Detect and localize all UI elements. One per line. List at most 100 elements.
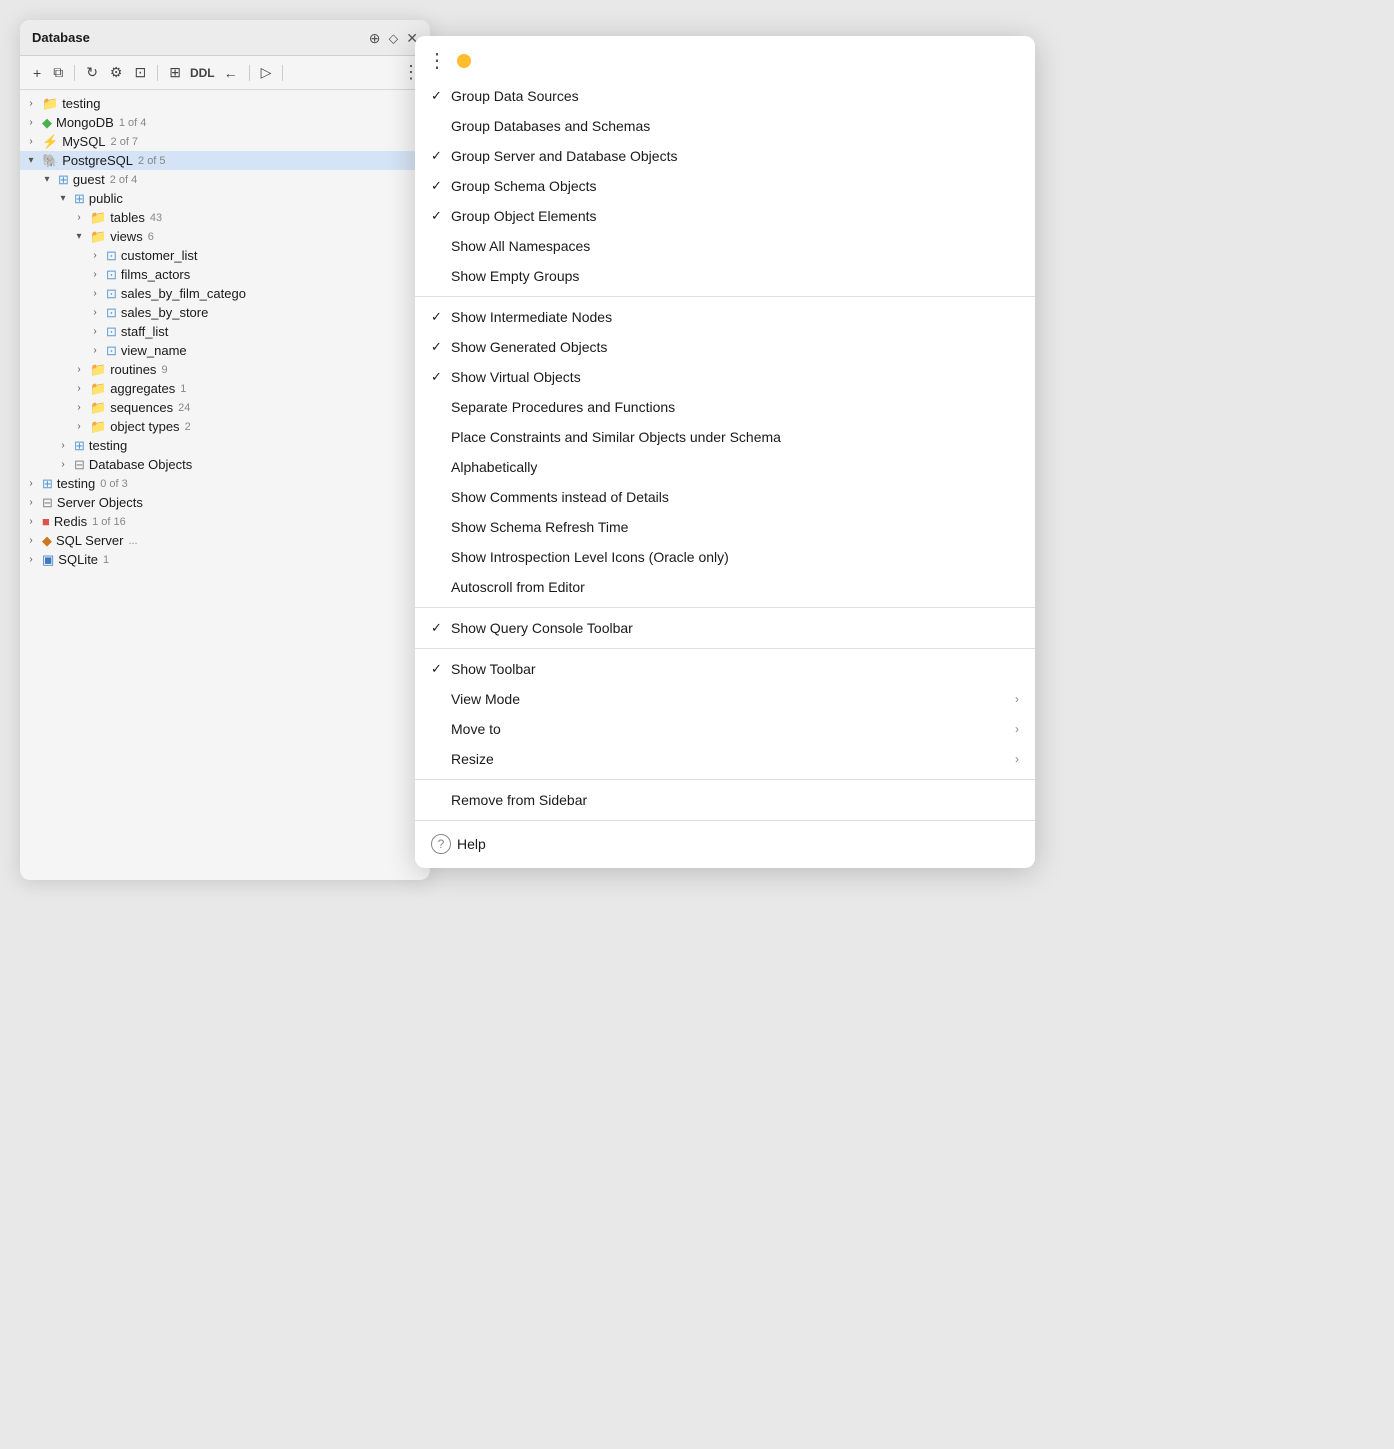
tree-arrow-collapsed[interactable]: [88, 344, 102, 358]
tree-arrow-collapsed[interactable]: [72, 401, 86, 415]
tree-item-object_types[interactable]: 📁object types2: [20, 417, 430, 436]
table-icon[interactable]: ⊞: [166, 62, 184, 83]
tree-arrow-expanded[interactable]: [40, 173, 54, 187]
menu-item-label: Group Data Sources: [451, 88, 1019, 104]
filter-icon[interactable]: ⊡: [131, 62, 149, 83]
menu-item-autoscroll[interactable]: Autoscroll from Editor: [415, 572, 1035, 602]
minimize-button[interactable]: [457, 54, 471, 68]
menu-item-show-schema-refresh[interactable]: Show Schema Refresh Time: [415, 512, 1035, 542]
settings-icon[interactable]: ⚙: [107, 62, 126, 83]
menu-item-group-data-sources[interactable]: ✓ Group Data Sources: [415, 81, 1035, 111]
tree-arrow-collapsed[interactable]: [72, 382, 86, 396]
tree-arrow-collapsed[interactable]: [88, 287, 102, 301]
menu-item-alphabetically[interactable]: Alphabetically: [415, 452, 1035, 482]
toolbar-separator-4: [282, 65, 283, 81]
arrow-icon[interactable]: ←: [221, 63, 241, 83]
run-icon[interactable]: ▷: [258, 62, 275, 83]
tree-arrow-collapsed[interactable]: [24, 135, 38, 149]
tree-item-tables[interactable]: 📁tables43: [20, 208, 430, 227]
tree-arrow-collapsed[interactable]: [24, 515, 38, 529]
add-icon[interactable]: +: [30, 63, 44, 83]
context-menu: ⋮ ✓ Group Data Sources Group Databases a…: [415, 36, 1035, 868]
menu-item-show-query-console[interactable]: ✓ Show Query Console Toolbar: [415, 613, 1035, 643]
menu-item-move-to[interactable]: Move to ›: [415, 714, 1035, 744]
tree-arrow-collapsed[interactable]: [88, 325, 102, 339]
menu-item-show-toolbar[interactable]: ✓ Show Toolbar: [415, 654, 1035, 684]
add-connection-icon[interactable]: ⊕: [369, 31, 381, 45]
tree-item-sqlite[interactable]: ▣SQLite1: [20, 550, 430, 569]
tree-arrow-collapsed[interactable]: [24, 534, 38, 548]
tree-item-sales_by_film_catego[interactable]: ⊡sales_by_film_catego: [20, 284, 430, 303]
tree-arrow-collapsed[interactable]: [72, 363, 86, 377]
tree-arrow-collapsed[interactable]: [24, 97, 38, 111]
menu-item-group-schema-objects[interactable]: ✓ Group Schema Objects: [415, 171, 1035, 201]
tree-arrow-collapsed[interactable]: [72, 211, 86, 225]
menu-item-show-empty-groups[interactable]: Show Empty Groups: [415, 261, 1035, 291]
menu-item-show-comments[interactable]: Show Comments instead of Details: [415, 482, 1035, 512]
menu-item-show-introspection[interactable]: Show Introspection Level Icons (Oracle o…: [415, 542, 1035, 572]
tree-item-mysql[interactable]: ⚡MySQL2 of 7: [20, 132, 430, 151]
tree-item-database-objects[interactable]: ⊟Database Objects: [20, 455, 430, 474]
copy-icon[interactable]: ⧉: [50, 62, 66, 83]
menu-item-group-server-database-objects[interactable]: ✓ Group Server and Database Objects: [415, 141, 1035, 171]
tree-arrow-collapsed[interactable]: [88, 268, 102, 282]
tree-arrow-collapsed[interactable]: [56, 439, 70, 453]
tree-badge: 6: [148, 231, 154, 243]
refresh-icon[interactable]: ↻: [83, 62, 101, 83]
tree-item-postgresql[interactable]: 🐘PostgreSQL2 of 5: [20, 151, 430, 170]
tree-item-testing-conn[interactable]: ⊞testing0 of 3: [20, 474, 430, 493]
menu-item-remove-from-sidebar[interactable]: Remove from Sidebar: [415, 785, 1035, 815]
tree-item-routines[interactable]: 📁routines9: [20, 360, 430, 379]
tree-item-views[interactable]: 📁views6: [20, 227, 430, 246]
tree-item-sales_by_store[interactable]: ⊡sales_by_store: [20, 303, 430, 322]
tree-item-aggregates[interactable]: 📁aggregates1: [20, 379, 430, 398]
menu-item-group-object-elements[interactable]: ✓ Group Object Elements: [415, 201, 1035, 231]
tree-arrow-collapsed[interactable]: [24, 477, 38, 491]
tree-icon-postgres: 🐘: [42, 154, 58, 167]
tree-arrow-collapsed[interactable]: [72, 420, 86, 434]
tree-item-testing-schema[interactable]: ⊞testing: [20, 436, 430, 455]
menu-item-show-intermediate-nodes[interactable]: ✓ Show Intermediate Nodes: [415, 302, 1035, 332]
tree-item-customer_list[interactable]: ⊡customer_list: [20, 246, 430, 265]
menu-item-separate-procedures[interactable]: Separate Procedures and Functions: [415, 392, 1035, 422]
menu-item-view-mode[interactable]: View Mode ›: [415, 684, 1035, 714]
tree-arrow-collapsed[interactable]: [24, 496, 38, 510]
tree-arrow-expanded[interactable]: [24, 154, 38, 168]
tree-icon-folder: 📁: [90, 382, 106, 395]
tree-arrow-collapsed[interactable]: [24, 553, 38, 567]
expand-collapse-icon[interactable]: ⬦: [388, 31, 398, 45]
tree-arrow-collapsed[interactable]: [88, 306, 102, 320]
tree-item-staff_list[interactable]: ⊡staff_list: [20, 322, 430, 341]
ddl-label[interactable]: DDL: [190, 66, 215, 80]
menu-separator: [415, 820, 1035, 821]
menu-item-place-constraints[interactable]: Place Constraints and Similar Objects un…: [415, 422, 1035, 452]
tree-item-testing-root[interactable]: 📁testing: [20, 94, 430, 113]
tree-badge: 2 of 7: [111, 136, 139, 148]
menu-item-show-all-namespaces[interactable]: Show All Namespaces: [415, 231, 1035, 261]
tree-arrow-collapsed[interactable]: [88, 249, 102, 263]
tree-item-sql-server[interactable]: ◆SQL Server...: [20, 531, 430, 550]
tree-arrow-collapsed[interactable]: [56, 458, 70, 472]
tree-item-server-objects[interactable]: ⊟Server Objects: [20, 493, 430, 512]
menu-item-show-virtual-objects[interactable]: ✓ Show Virtual Objects: [415, 362, 1035, 392]
tree-label: sales_by_film_catego: [121, 286, 246, 301]
tree-item-mongodb[interactable]: ◆MongoDB1 of 4: [20, 113, 430, 132]
menu-item-show-generated-objects[interactable]: ✓ Show Generated Objects: [415, 332, 1035, 362]
tree-arrow-expanded[interactable]: [72, 230, 86, 244]
menu-item-resize[interactable]: Resize ›: [415, 744, 1035, 774]
tree-item-films_actors[interactable]: ⊡films_actors: [20, 265, 430, 284]
tree-label: sequences: [110, 400, 173, 415]
tree-item-guest[interactable]: ⊞guest2 of 4: [20, 170, 430, 189]
tree-label: views: [110, 229, 143, 244]
tree-arrow-expanded[interactable]: [56, 192, 70, 206]
tree-item-sequences[interactable]: 📁sequences24: [20, 398, 430, 417]
tree-item-public[interactable]: ⊞public: [20, 189, 430, 208]
menu-item-help[interactable]: ? Help: [415, 826, 1035, 862]
menu-item-group-databases-schemas[interactable]: Group Databases and Schemas: [415, 111, 1035, 141]
tree-label: testing: [89, 438, 127, 453]
tree-arrow-collapsed[interactable]: [24, 116, 38, 130]
tree-item-redis[interactable]: ■Redis1 of 16: [20, 512, 430, 531]
toolbar-separator-1: [74, 65, 75, 81]
tree-item-view_name[interactable]: ⊡view_name: [20, 341, 430, 360]
menu-item-label: Remove from Sidebar: [451, 792, 1019, 808]
